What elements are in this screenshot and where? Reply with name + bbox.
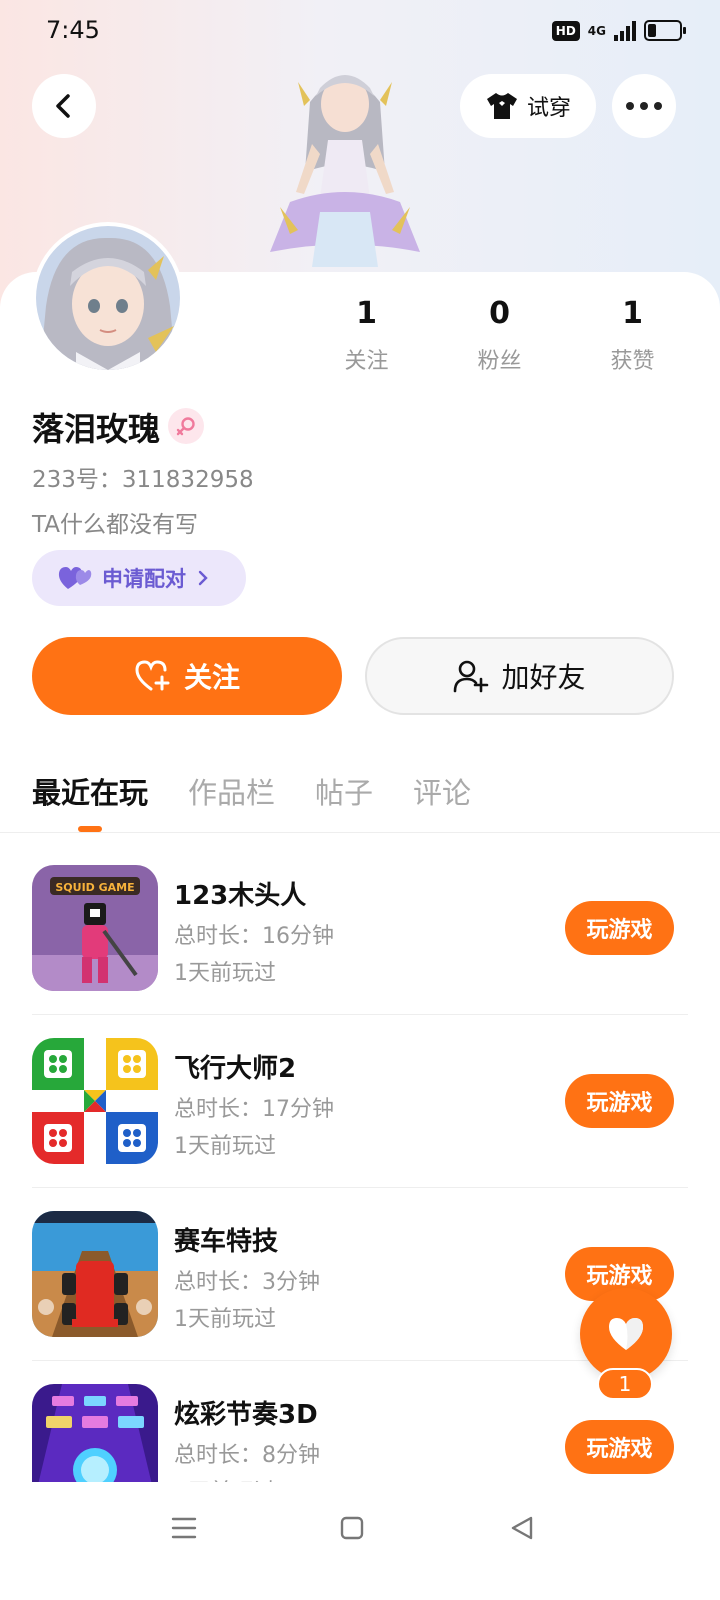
stat-likes-count: 1 [622, 296, 643, 331]
user-id: 233号：311832958 [32, 467, 254, 493]
more-icon [626, 102, 662, 110]
game-duration: 总时长：8分钟 [174, 1443, 320, 1468]
game-last-played: 1天前玩过 [174, 1307, 276, 1332]
game-name: 飞行大师2 [174, 1054, 297, 1084]
stat-followers-label: 粉丝 [477, 349, 522, 374]
stat-following-label: 关注 [344, 349, 389, 374]
back-triangle-icon[interactable] [502, 1508, 542, 1548]
tabs-divider [0, 832, 720, 833]
game-icon-squid: SQUID GAME [32, 865, 158, 991]
game-last-played: 1天前玩过 [174, 1134, 276, 1159]
stat-likes[interactable]: 1 获赞 [566, 296, 699, 375]
more-button[interactable] [612, 74, 676, 138]
try-on-button[interactable]: 试穿 [460, 74, 596, 138]
double-heart-icon [58, 567, 92, 589]
floating-like-button[interactable] [580, 1288, 672, 1380]
play-game-button[interactable]: 玩游戏 [565, 901, 674, 955]
game-row[interactable]: SQUID GAME 123木头人 总时长：16分钟 1天前玩过 玩游戏 [0, 842, 720, 1015]
profile-stats: 1 关注 0 粉丝 1 获赞 [300, 296, 700, 375]
request-pair-label: 申请配对 [102, 567, 186, 591]
status-time: 7:45 [46, 16, 100, 44]
follow-label: 关注 [183, 661, 240, 694]
game-last-played: 1天前玩过 [174, 961, 276, 986]
shirt-icon [486, 93, 517, 119]
avatar-image [36, 226, 180, 370]
avatar[interactable] [32, 222, 184, 374]
back-button[interactable] [32, 74, 96, 138]
add-user-icon [454, 660, 489, 693]
play-game-button[interactable]: 玩游戏 [565, 1420, 674, 1474]
game-icon-ludo [32, 1038, 158, 1164]
profile-tabs: 最近在玩 作品栏 帖子 评论 [32, 770, 471, 832]
signal-icon [614, 20, 636, 41]
home-square-icon[interactable] [332, 1508, 372, 1548]
heart-plus-icon [135, 660, 170, 691]
game-last-played: 1天前玩过 [174, 1474, 276, 1482]
status-bar: 7:45 HD 4G [0, 0, 720, 64]
game-duration: 总时长：16分钟 [174, 924, 334, 949]
stat-followers-count: 0 [489, 296, 510, 331]
network-label: 4G [587, 23, 606, 38]
heart-icon [609, 1318, 643, 1350]
female-icon [168, 408, 204, 444]
stat-following-count: 1 [356, 296, 377, 331]
username: 落泪玫瑰 [32, 410, 161, 448]
request-pair-button[interactable]: 申请配对 [32, 550, 246, 606]
game-duration: 总时长：17分钟 [174, 1097, 334, 1122]
game-icon-rhythm [32, 1384, 158, 1482]
like-count-badge: 1 [597, 1368, 653, 1400]
play-game-button[interactable]: 玩游戏 [565, 1074, 674, 1128]
hd-icon: HD [551, 20, 580, 41]
game-duration: 总时长：3分钟 [174, 1270, 320, 1295]
battery-icon [644, 20, 686, 41]
game-icon-racing [32, 1211, 158, 1337]
stat-followers[interactable]: 0 粉丝 [433, 296, 566, 375]
try-on-label: 试穿 [526, 96, 571, 121]
chevron-right-icon [198, 570, 208, 586]
character-figure [250, 62, 440, 281]
stat-likes-label: 获赞 [610, 349, 655, 374]
tab-comments[interactable]: 评论 [413, 770, 471, 812]
add-friend-button[interactable]: 加好友 [365, 637, 674, 715]
follow-button[interactable]: 关注 [32, 637, 342, 715]
add-friend-label: 加好友 [501, 661, 586, 694]
tab-recent-play[interactable]: 最近在玩 [32, 770, 148, 832]
game-name: 123木头人 [174, 881, 307, 911]
menu-icon[interactable] [164, 1508, 204, 1548]
back-arrow-icon [56, 94, 70, 118]
game-row[interactable]: 飞行大师2 总时长：17分钟 1天前玩过 玩游戏 [0, 1015, 720, 1188]
status-icons: HD 4G [551, 20, 686, 41]
user-bio: TA什么都没有写 [32, 512, 198, 538]
game-icon-logo-text: SQUID GAME [55, 881, 134, 894]
tab-posts[interactable]: 帖子 [315, 770, 373, 812]
stat-following[interactable]: 1 关注 [300, 296, 433, 375]
system-nav-bar [0, 1482, 720, 1600]
game-name: 赛车特技 [174, 1227, 279, 1257]
game-name: 炫彩节奏3D [174, 1400, 318, 1430]
tab-works[interactable]: 作品栏 [188, 770, 275, 812]
